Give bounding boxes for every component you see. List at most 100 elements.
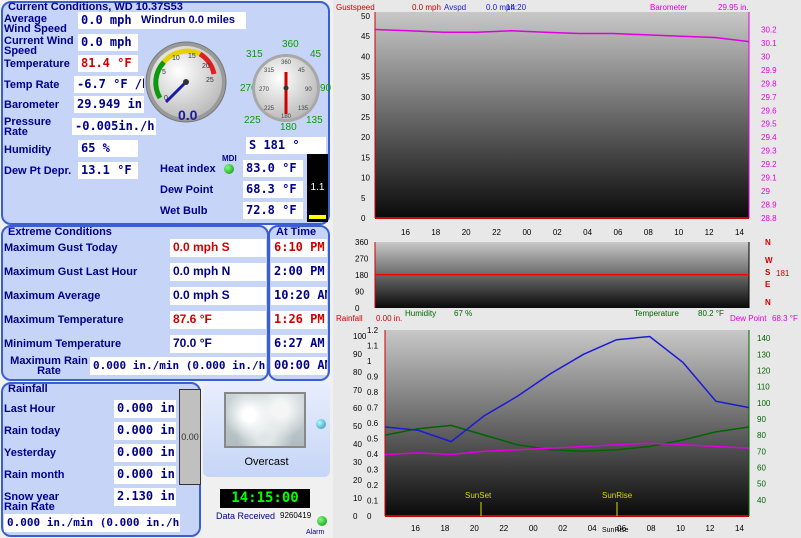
heat-index-value: 83.0 °F [243, 160, 303, 177]
extreme-row-label: Maximum Temperature [4, 314, 124, 326]
x-tick-label: 20 [470, 524, 479, 533]
speed-gauge-value: 0.0 [178, 107, 198, 123]
x-tick-label: 04 [588, 524, 597, 533]
left-extra-tick-label: 40 [353, 440, 362, 449]
left-tick-label: 180 [355, 271, 369, 280]
x-tick-label: 02 [558, 524, 567, 533]
wet-bulb-label: Wet Bulb [160, 205, 208, 217]
x-tick-label: 00 [522, 228, 531, 237]
compass-label-360: 360 [282, 39, 299, 50]
speed-tick-5: 5 [162, 69, 166, 76]
compass-letter: E [765, 280, 771, 289]
left-tick-label: 0.3 [367, 466, 379, 475]
data-received-label: Data Received [216, 511, 276, 521]
wind-direction-value: S 181 ° [246, 137, 326, 154]
extreme-row-value: 70.0 °F [170, 335, 266, 353]
speed-tick-15: 15 [188, 53, 196, 60]
x-tick-label: 14 [735, 524, 744, 533]
x-tick-label: 18 [431, 228, 440, 237]
avg-wind-value: 0.0 mph [78, 12, 138, 29]
extreme-row-value: 87.6 °F [170, 311, 266, 329]
temp-humidity-chart: 0 0.1 0.2 0.3 0.4 0.5 0.6 0.7 0.8 0.9 1 1.1 1.2 0 10 20… [353, 326, 771, 533]
alarm-indicator-icon[interactable] [317, 516, 327, 526]
extreme-row-value: 0.0 mph S [170, 287, 266, 305]
compass-inner-180: 180 [281, 114, 292, 120]
heat-index-label: Heat index [160, 163, 216, 175]
x-tick-label: 16 [411, 524, 420, 533]
barometer-chart-value: 29.95 in. [718, 3, 749, 12]
sunrise-axis-label: SunRise [602, 527, 629, 534]
uv-index-fill [309, 215, 326, 219]
mdi-indicator-icon[interactable] [224, 164, 234, 174]
right-tick-label: 120 [757, 366, 771, 375]
sunset-label: SunSet [465, 491, 492, 500]
left-tick-label: 270 [355, 255, 369, 264]
speed-tick-10: 10 [172, 55, 180, 62]
left-tick-label: 0.2 [367, 481, 379, 490]
left-tick-label: 1 [367, 357, 372, 366]
rain-rate-value: 0.000 in./min (0.000 in./hr) [4, 514, 180, 532]
right-tick-label: 80 [757, 431, 766, 440]
right-tick-label: 70 [757, 447, 766, 456]
extreme-conditions-title: Extreme Conditions [8, 226, 112, 238]
x-tick-label: 10 [676, 524, 685, 533]
temperature-label: Temperature [4, 58, 70, 70]
right-tick-label: 60 [757, 463, 766, 472]
barometer-value: 29.949 in. [74, 96, 144, 113]
extreme-row-label: Maximum Average [4, 290, 101, 302]
right-tick-label: 130 [757, 350, 771, 359]
at-time-title: At Time [276, 226, 317, 238]
right-tick-label: 29.5 [761, 120, 777, 129]
left-tick-label: 25 [361, 113, 370, 122]
rain-rate-label: Rain Rate [4, 501, 55, 513]
compass-inner-270: 270 [259, 87, 270, 93]
sunrise-label: SunRise [602, 491, 633, 500]
pressure-rate-label: Pressure Rate [4, 116, 52, 138]
left-extra-tick-label: 90 [353, 350, 362, 359]
right-tick-label: 110 [757, 383, 770, 392]
compass-label-180: 180 [280, 122, 297, 133]
left-tick-label: 0 [367, 512, 372, 521]
compass-inner-315: 315 [264, 68, 275, 74]
humidity-value: 65 % [78, 140, 138, 157]
right-tick-label: 29.1 [761, 174, 777, 183]
wet-bulb-value: 72.8 °F [243, 202, 303, 219]
extreme-row-time: 2:00 PM [271, 263, 327, 281]
dew-depr-label: Dew Pt Depr. [4, 165, 72, 177]
left-extra-tick-label: 50 [353, 422, 362, 431]
avspd-label: Avspd [444, 3, 467, 12]
compass-inner-360: 360 [281, 60, 292, 66]
temperature-value: 81.4 °F [78, 55, 138, 72]
right-tick-label: 29.6 [761, 106, 777, 115]
x-tick-label: 20 [462, 228, 471, 237]
rain-gauge-value: 0.00 [181, 432, 199, 442]
right-tick-label: 30 [761, 52, 770, 61]
cur-wind-value: 0.0 mph [78, 34, 138, 51]
compass-inner-90: 90 [305, 87, 312, 93]
wind-direction-compass: 315 45 270 90 225 135 360 180 [252, 54, 320, 122]
left-tick-label: 0.8 [367, 388, 379, 397]
left-tick-label: 1.2 [367, 326, 379, 335]
right-tick-label: 29 [761, 187, 770, 196]
temperature-chart-value: 80.2 °F [698, 309, 724, 318]
x-tick-label: 06 [614, 228, 623, 237]
x-tick-label: 12 [705, 228, 714, 237]
weather-condition-text: Overcast [244, 456, 289, 468]
left-tick-label: 0 [355, 304, 360, 313]
cur-wind-label: Current Wind Speed [4, 35, 74, 57]
uv-index-value: 1.1 [310, 182, 325, 193]
max-rain-rate-value: 0.000 in./min (0.000 in./hr) [90, 357, 266, 375]
left-extra-tick-label: 100 [353, 332, 367, 341]
x-tick-label: 14 [735, 228, 744, 237]
data-received-count: 9260419 [280, 511, 312, 520]
left-tick-label: 0.6 [367, 419, 379, 428]
chart-time-label: 14:20 [506, 3, 527, 12]
rainfall-row-label: Rain month [4, 469, 65, 481]
chart-plot-area [375, 12, 749, 218]
right-tick-label: 28.8 [761, 214, 777, 223]
extreme-row-time: 10:20 AM [271, 287, 327, 305]
left-tick-label: 15 [361, 153, 370, 162]
left-tick-label: 0.9 [367, 373, 379, 382]
speed-tick-20: 20 [202, 63, 210, 70]
extreme-row-value: 0.0 mph N [170, 263, 266, 281]
